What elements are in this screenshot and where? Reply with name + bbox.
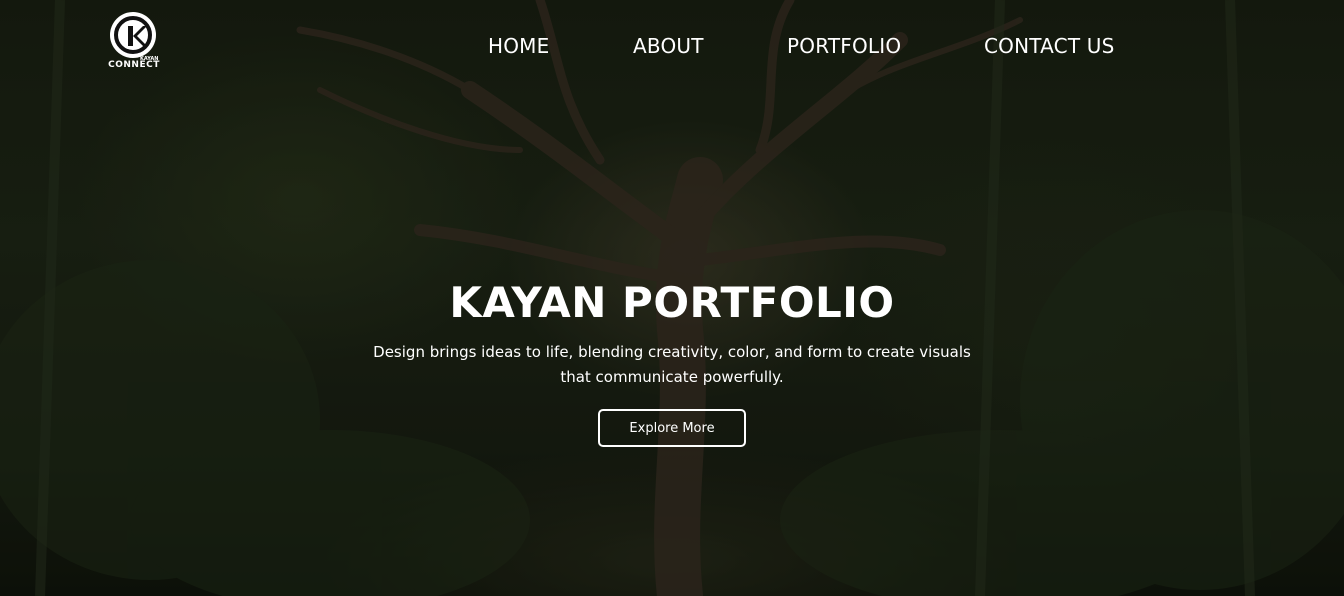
nav-item-home[interactable]: HOME: [488, 34, 549, 58]
hero-description: Design brings ideas to life, blending cr…: [373, 343, 971, 386]
nav-item-contact-us[interactable]: CONTACT US: [984, 34, 1115, 58]
logo-wordmark: CONNECT: [108, 60, 160, 70]
explore-more-button[interactable]: Explore More: [598, 409, 746, 447]
logo-mark: [110, 12, 156, 58]
logo-k-icon: [114, 16, 152, 54]
hero-title: KAYAN PORTFOLIO: [449, 278, 895, 327]
kayan-connect-logo[interactable]: KAYAN CONNECT: [100, 12, 168, 72]
nav-item-about[interactable]: ABOUT: [633, 34, 704, 58]
nav-item-portfolio[interactable]: PORTFOLIO: [787, 34, 901, 58]
